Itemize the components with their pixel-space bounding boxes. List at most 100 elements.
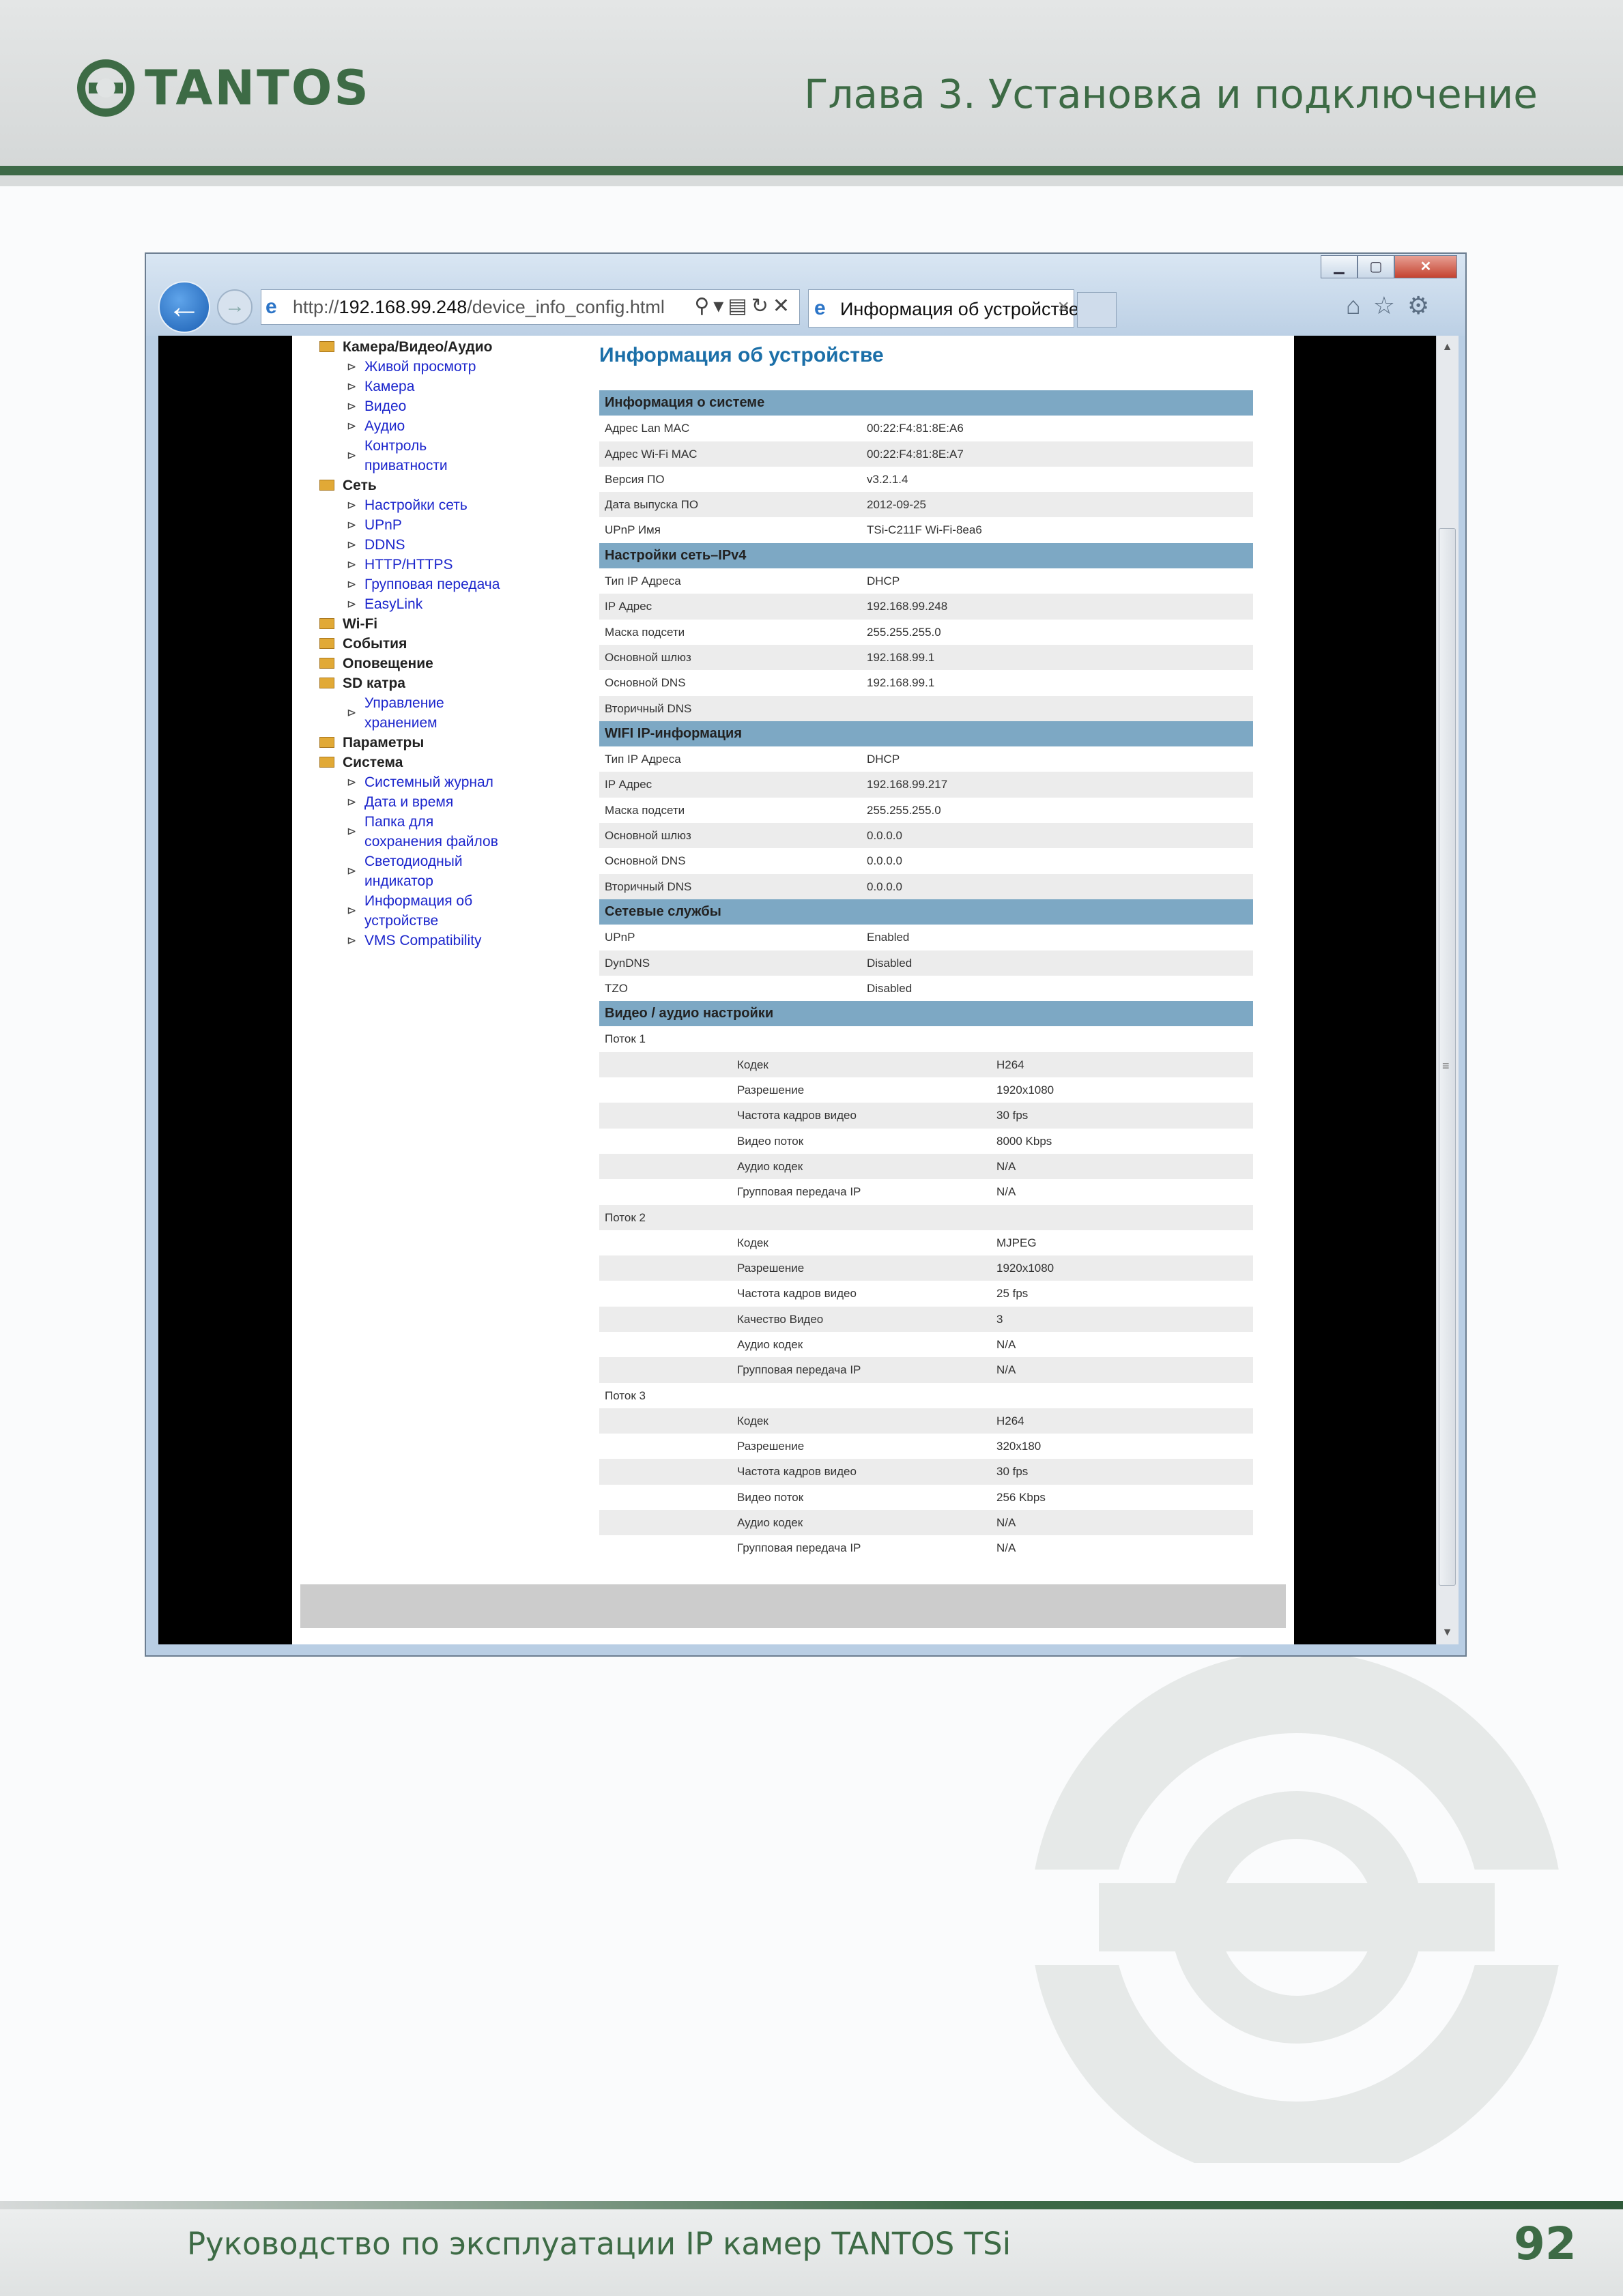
nav-section-params[interactable]: Параметры	[319, 733, 565, 753]
section-title: Информация о системе	[605, 395, 765, 410]
chevron-right-icon: ⊳	[347, 904, 357, 917]
browser-window: ▁ ▢ ✕ ← → e http://192.168.99.248/device…	[145, 252, 1467, 1657]
chevron-right-icon: ⊳	[347, 449, 357, 462]
nav-section-sd[interactable]: SD катра	[319, 673, 565, 693]
table-section-header: WIFI IP-информация	[599, 721, 1253, 747]
nav-item-multicast[interactable]: ⊳ Групповая передача	[319, 575, 565, 594]
nav-item-vms[interactable]: ⊳ VMS Compatibility	[319, 931, 565, 950]
table-row: Групповая передача IP N/A	[599, 1179, 1253, 1204]
nav-item-datetime[interactable]: ⊳ Дата и время	[319, 792, 565, 812]
scrollbar-thumb[interactable]	[1439, 528, 1456, 1586]
table-row: Аудио кодек N/A	[599, 1332, 1253, 1357]
nav-item-label: Настройки сеть	[364, 497, 468, 513]
dropdown-icon[interactable]: ▾	[713, 295, 728, 317]
row-label: Групповая передача IP	[737, 1185, 861, 1199]
footer-divider	[0, 2201, 1623, 2209]
table-row: DynDNS Disabled	[599, 950, 1253, 976]
row-value: 25 fps	[996, 1287, 1029, 1300]
row-value: 30 fps	[996, 1109, 1029, 1122]
table-row: Основной шлюз 192.168.99.1	[599, 644, 1253, 671]
row-label: Кодек	[737, 1414, 769, 1427]
nav-item-storage[interactable]: ⊳ Управление хранением	[319, 693, 565, 733]
nav-section-wifi[interactable]: Wi-Fi	[319, 614, 565, 634]
nav-item-easylink[interactable]: ⊳ EasyLink	[319, 594, 565, 614]
nav-item-network-settings[interactable]: ⊳ Настройки сеть	[319, 495, 565, 515]
nav-item-label: Папка для	[364, 814, 434, 830]
row-label: Маска подсети	[605, 625, 685, 639]
scroll-up-icon[interactable]: ▲	[1437, 341, 1458, 353]
logo-text: TANTOS	[145, 60, 371, 116]
nav-item-ddns[interactable]: ⊳ DDNS	[319, 535, 565, 555]
minimize-button[interactable]: ▁	[1321, 255, 1358, 278]
chevron-right-icon: ⊳	[347, 420, 357, 433]
maximize-button[interactable]: ▢	[1358, 255, 1394, 278]
browser-toolbar: ▁ ▢ ✕ ← → e http://192.168.99.248/device…	[146, 254, 1465, 336]
nav-section-network[interactable]: Сеть	[319, 476, 565, 495]
row-value: 2012-09-25	[867, 498, 926, 512]
scroll-down-icon[interactable]: ▼	[1437, 1627, 1458, 1639]
home-icon[interactable]: ⌂	[1346, 291, 1373, 319]
stream-label: Поток 2	[605, 1210, 646, 1224]
nav-item-syslog[interactable]: ⊳ Системный журнал	[319, 772, 565, 792]
forward-button[interactable]: →	[217, 289, 253, 325]
nav-item-led[interactable]: ⊳ Светодиодный индикатор	[319, 852, 565, 891]
back-button[interactable]: ←	[158, 281, 210, 333]
nav-section-events[interactable]: События	[319, 634, 565, 654]
favorites-icon[interactable]: ☆	[1373, 291, 1407, 319]
table-row: Основной DNS 0.0.0.0	[599, 848, 1253, 873]
table-row: Разрешение 1920x1080	[599, 1255, 1253, 1281]
nav-section-label: Оповещение	[343, 656, 433, 671]
nav-section-system[interactable]: Система	[319, 753, 565, 772]
row-label: Разрешение	[737, 1440, 805, 1453]
folder-icon	[319, 658, 334, 669]
nav-item-audio[interactable]: ⊳ Аудио	[319, 416, 565, 436]
chevron-right-icon: ⊳	[347, 400, 357, 413]
ie-icon: e	[265, 295, 277, 318]
row-label: Кодек	[737, 1236, 769, 1249]
table-row: Адрес Wi-Fi MAC 00:22:F4:81:8E:A7	[599, 441, 1253, 467]
chevron-right-icon: ⊳	[347, 796, 357, 809]
nav-item-privacy[interactable]: ⊳ Контроль приватности	[319, 436, 565, 476]
table-row: Видео поток 8000 Kbps	[599, 1129, 1253, 1154]
stop-icon[interactable]: ✕	[773, 295, 794, 317]
row-label: Дата выпуска ПО	[605, 498, 699, 512]
tab-close-icon[interactable]: ×	[1057, 297, 1069, 317]
nav-section-camera[interactable]: Камера/Видео/Аудио	[319, 337, 565, 357]
row-value: 192.168.99.217	[867, 778, 948, 791]
row-label: Разрешение	[737, 1262, 805, 1275]
table-section-header: Сетевые службы	[599, 899, 1253, 925]
row-value: 0.0.0.0	[867, 829, 902, 843]
new-tab-button[interactable]	[1077, 292, 1117, 328]
nav-item-http[interactable]: ⊳ HTTP/HTTPS	[319, 555, 565, 575]
folder-open-icon	[319, 757, 334, 768]
row-value: Enabled	[867, 931, 910, 944]
search-icon[interactable]: ⚲	[694, 295, 713, 317]
nav-item-save-folder[interactable]: ⊳ Папка для сохранения файлов	[319, 812, 565, 852]
gear-icon[interactable]: ⚙	[1407, 291, 1441, 319]
tab-device-info[interactable]: e Информация об устройстве ×	[808, 289, 1079, 328]
nav-item-video[interactable]: ⊳ Видео	[319, 396, 565, 416]
nav-item-camera[interactable]: ⊳ Камера	[319, 377, 565, 396]
tab-title: Информация об устройстве	[840, 299, 1079, 319]
nav-item-upnp[interactable]: ⊳ UPnP	[319, 515, 565, 535]
tantos-logo: TANTOS	[76, 59, 371, 117]
address-bar[interactable]: e http://192.168.99.248/device_info_conf…	[261, 289, 800, 325]
compat-icon[interactable]: ▤	[728, 295, 751, 317]
nav-item-device-info[interactable]: ⊳ Информация об устройстве	[319, 891, 565, 931]
device-info-table: Информация о системе Адрес Lan MAC 00:22:F…	[599, 390, 1253, 1561]
row-label: Маска подсети	[605, 803, 685, 817]
section-title: Настройки сеть–IPv4	[605, 547, 747, 563]
nav-item-live[interactable]: ⊳ Живой просмотр	[319, 357, 565, 377]
refresh-icon[interactable]: ↻	[751, 295, 773, 317]
nav-item-label-cont: приватности	[364, 458, 448, 474]
chevron-right-icon: ⊳	[347, 499, 357, 512]
table-section-header: Настройки сеть–IPv4	[599, 542, 1253, 569]
nav-item-label: Светодиодный	[364, 854, 463, 869]
table-row: Маска подсети 255.255.255.0	[599, 620, 1253, 645]
nav-item-label: UPnP	[364, 517, 402, 533]
vertical-scrollbar[interactable]: ▲ ≡ ▼	[1436, 336, 1459, 1644]
row-value: N/A	[996, 1516, 1016, 1530]
table-row: Маска подсети 255.255.255.0	[599, 798, 1253, 823]
nav-section-alerts[interactable]: Оповещение	[319, 654, 565, 673]
close-button[interactable]: ✕	[1394, 255, 1457, 278]
